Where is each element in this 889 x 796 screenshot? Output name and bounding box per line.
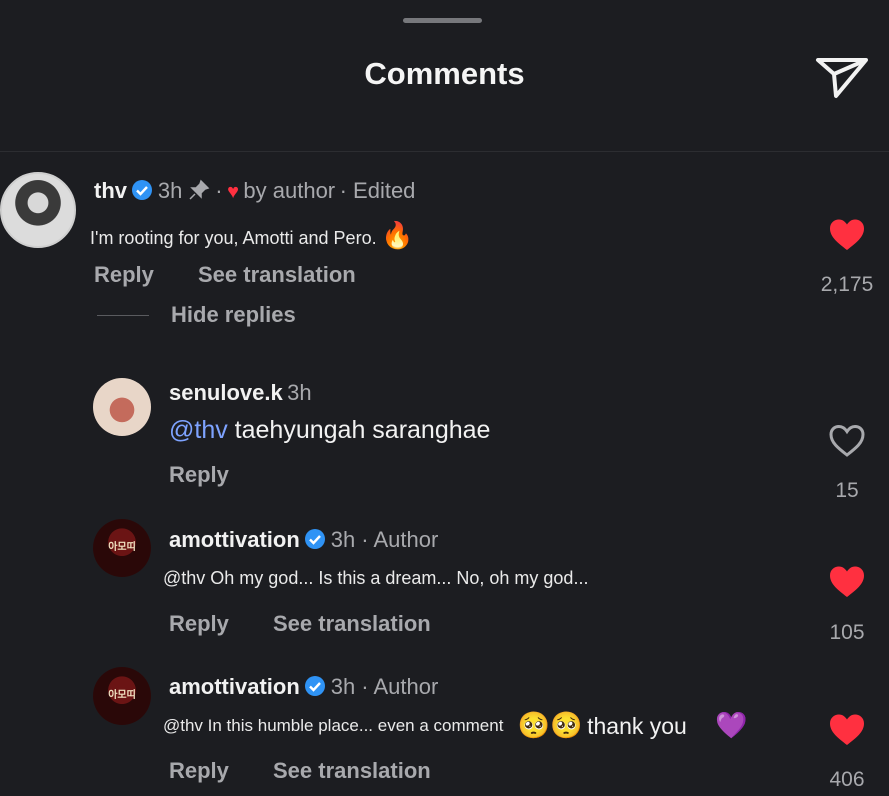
comment-text: @thv taehyungah saranghae (169, 416, 491, 444)
comment-header: amottivation 3h · Author (169, 674, 438, 700)
avatar[interactable] (0, 172, 76, 248)
comment-time: 3h · Author (330, 674, 439, 699)
comment-header: senulove.k 3h (169, 380, 312, 406)
like-count: 105 (829, 621, 865, 644)
reply-button[interactable]: Reply (94, 262, 154, 288)
pleading-face-emoji: 🥺🥺 (517, 710, 583, 740)
heart-icon[interactable] (828, 424, 866, 458)
heart-icon[interactable] (828, 565, 866, 599)
reply-button[interactable]: Reply (169, 758, 229, 784)
like-count: 2,175 (820, 273, 874, 296)
avatar[interactable]: 아모띠 (93, 667, 151, 725)
username[interactable]: amottivation (169, 527, 300, 552)
purple-heart-emoji: 💜 (715, 710, 748, 740)
header-divider (0, 151, 889, 152)
pin-icon (189, 179, 210, 200)
sheet-grabber[interactable] (403, 18, 482, 23)
comment-time: 3h · Author (330, 527, 439, 552)
avatar[interactable] (93, 378, 151, 436)
comment-text: @thv In this humble place... even a comm… (163, 710, 748, 740)
hide-replies-button[interactable]: Hide replies (171, 302, 296, 328)
username[interactable]: amottivation (169, 674, 300, 699)
username[interactable]: thv (94, 178, 127, 203)
comment-time: 3h (287, 380, 312, 405)
mention-link[interactable]: @thv (169, 416, 228, 444)
like-count: 406 (829, 768, 865, 791)
fire-emoji: 🔥 (381, 220, 414, 250)
see-translation-button[interactable]: See translation (273, 758, 431, 784)
page-title: Comments (364, 56, 525, 91)
heart-icon[interactable] (828, 713, 866, 747)
comment-header: amottivation 3h · Author (169, 527, 438, 553)
comment-header: thv 3h · ♥ by author · Edited (94, 178, 415, 204)
comment-time: 3h (157, 178, 183, 203)
username[interactable]: senulove.k (169, 380, 283, 405)
replies-line (97, 315, 149, 316)
author-liked-heart-icon: ♥ (227, 181, 239, 203)
edited-label: · Edited (339, 178, 416, 203)
see-translation-button[interactable]: See translation (273, 611, 431, 637)
separator: · (215, 178, 223, 203)
reply-button[interactable]: Reply (169, 611, 229, 637)
verified-badge-icon (305, 676, 326, 696)
send-icon[interactable] (814, 50, 870, 102)
comment-text: @thv Oh my god... Is this a dream... No,… (163, 568, 589, 588)
like-count: 15 (835, 479, 859, 502)
comment-text: I'm rooting for you, Amotti and Pero. 🔥 (90, 220, 414, 250)
verified-badge-icon (132, 180, 153, 200)
see-translation-button[interactable]: See translation (198, 262, 356, 288)
avatar[interactable]: 아모띠 (93, 519, 151, 577)
heart-icon[interactable] (828, 218, 866, 252)
verified-badge-icon (305, 529, 326, 549)
reply-button[interactable]: Reply (169, 462, 229, 488)
liked-by-author: by author (243, 178, 336, 203)
